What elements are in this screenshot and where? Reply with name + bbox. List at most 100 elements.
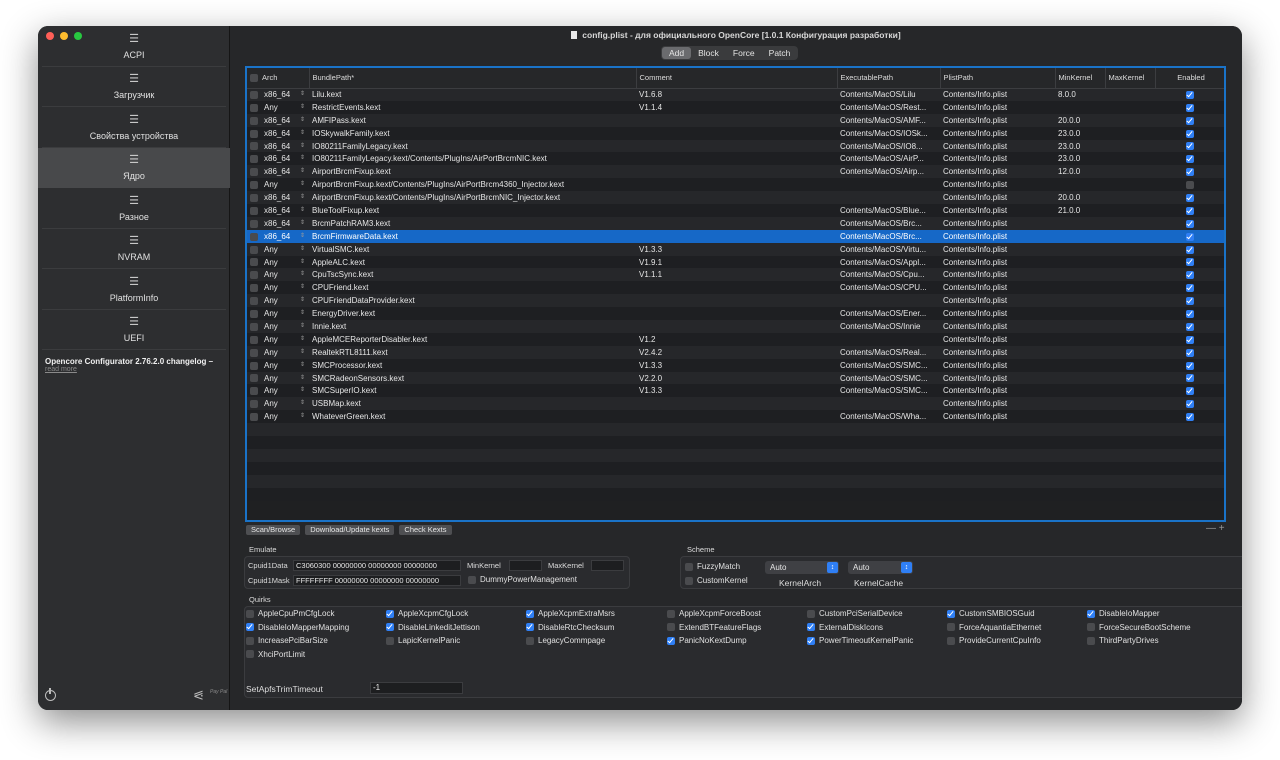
enabled-checkbox[interactable] (1185, 284, 1194, 293)
cell-plist[interactable]: Contents/Info.plist (940, 204, 1055, 217)
column-header-plistpath[interactable]: PlistPath (940, 68, 1056, 89)
cell-plist[interactable]: Contents/Info.plist (940, 178, 1055, 192)
cell-min[interactable]: 23.0.0 (1055, 152, 1105, 166)
tab-add[interactable]: Add (662, 47, 692, 59)
arch-cell[interactable]: x86_64 ⇕ (247, 216, 309, 230)
arch-cell[interactable]: Any ⇕ (247, 410, 309, 424)
column-header-bundlepath[interactable]: BundlePath* (309, 68, 637, 89)
column-header-enabled[interactable]: Enabled (1155, 68, 1224, 89)
quirk-checkbox-externaldiskicons[interactable]: ExternalDiskIcons (807, 623, 883, 632)
close-window-button[interactable] (46, 32, 54, 40)
column-header-arch[interactable]: Arch (247, 68, 310, 89)
enabled-checkbox[interactable] (1185, 387, 1194, 396)
cell-comment[interactable] (636, 191, 837, 205)
cell-min[interactable] (1055, 178, 1105, 192)
table-row[interactable]: x86_64 ⇕ Lilu.kext V1.6.8 Contents/MacOS/Lil… (247, 88, 1224, 101)
arch-cell[interactable]: Any ⇕ (247, 242, 309, 256)
cell-comment[interactable]: V1.2 (636, 332, 837, 346)
cell-bundle[interactable]: VirtualSMC.kext (309, 242, 636, 256)
cell-comment[interactable] (636, 113, 837, 127)
table-row[interactable]: Any ⇕ AirportBrcmFixup.kext/Contents/PlugI… (247, 178, 1224, 192)
select-all-checkbox[interactable] (250, 74, 258, 83)
changelog-read-more-link[interactable]: read more (45, 366, 225, 373)
enabled-checkbox[interactable] (1185, 116, 1194, 125)
cell-plist[interactable]: Contents/Info.plist (940, 216, 1055, 230)
cell-exec[interactable] (837, 294, 940, 308)
cell-comment[interactable]: V1.6.8 (636, 88, 837, 101)
cell-bundle[interactable]: CpuTscSync.kext (309, 268, 636, 282)
cell-exec[interactable]: Contents/MacOS/Rest... (837, 100, 940, 114)
table-row[interactable]: Any ⇕ Innie.kext Contents/MacOS/Innie Conten… (247, 320, 1224, 333)
column-header-comment[interactable]: Comment (636, 68, 838, 89)
cell-exec[interactable] (837, 332, 940, 346)
sidebar-item[interactable]: ☰ UEFI (42, 310, 226, 350)
cell-min[interactable] (1055, 294, 1105, 308)
cell-max[interactable] (1105, 242, 1155, 256)
cell-max[interactable] (1105, 281, 1155, 295)
enabled-checkbox[interactable] (1185, 400, 1194, 409)
arch-cell[interactable]: Any ⇕ (247, 332, 309, 346)
paypal-icon[interactable]: Pay Pal (210, 690, 227, 695)
row-checkbox[interactable] (250, 219, 258, 228)
row-checkbox[interactable] (250, 348, 258, 357)
cell-min[interactable] (1055, 229, 1105, 243)
cell-bundle[interactable]: IO80211FamilyLegacy.kext (309, 139, 636, 153)
cell-min[interactable]: 12.0.0 (1055, 165, 1105, 179)
quirk-checkbox-forceaquantiaethernet[interactable]: ForceAquantiaEthernet (947, 623, 1041, 632)
cell-comment[interactable]: V1.3.3 (636, 384, 837, 398)
cell-exec[interactable]: Contents/MacOS/Ener... (837, 307, 940, 321)
column-header-maxkernel[interactable]: MaxKernel (1105, 68, 1156, 89)
enabled-checkbox[interactable] (1185, 129, 1194, 138)
table-row[interactable]: Any ⇕ VirtualSMC.kext V1.3.3 Contents/MacOS/… (247, 242, 1224, 256)
row-checkbox[interactable] (250, 322, 258, 331)
row-checkbox[interactable] (250, 155, 258, 164)
arch-cell[interactable]: x86_64 ⇕ (247, 152, 309, 166)
table-row[interactable]: x86_64 ⇕ AirportBrcmFixup.kext/Contents/Pl… (247, 191, 1224, 205)
cell-min[interactable] (1055, 255, 1105, 269)
cell-plist[interactable]: Contents/Info.plist (940, 191, 1055, 205)
sidebar-item[interactable]: ☰ Свойства устройства (42, 107, 226, 148)
cell-plist[interactable]: Contents/Info.plist (940, 88, 1055, 101)
cell-min[interactable] (1055, 307, 1105, 321)
cell-bundle[interactable]: BrcmPatchRAM3.kext (309, 216, 636, 230)
cell-min[interactable]: 23.0.0 (1055, 139, 1105, 153)
cell-max[interactable] (1105, 113, 1155, 127)
cell-max[interactable] (1105, 358, 1155, 372)
download-update-kexts-button[interactable]: Download/Update kexts (305, 525, 395, 535)
cell-min[interactable] (1055, 242, 1105, 256)
quirk-checkbox-applexcpmextramsrs[interactable]: AppleXcpmExtraMsrs (526, 609, 615, 618)
scan-browse-button[interactable]: Scan/Browse (246, 525, 301, 535)
cell-exec[interactable]: Contents/MacOS/Brc... (837, 216, 940, 230)
cell-bundle[interactable]: BlueToolFixup.kext (309, 204, 636, 217)
arch-cell[interactable]: x86_64 ⇕ (247, 191, 309, 205)
quirk-checkbox-applecpupmcfglock[interactable]: AppleCpuPmCfgLock (246, 609, 334, 618)
cell-comment[interactable] (636, 294, 837, 308)
row-checkbox[interactable] (250, 284, 258, 293)
cell-bundle[interactable]: AirportBrcmFixup.kext/Contents/PlugIns/A… (309, 191, 636, 205)
quirk-checkbox-increasepcibarsize[interactable]: IncreasePciBarSize (246, 636, 328, 645)
cell-bundle[interactable]: WhateverGreen.kext (309, 410, 636, 424)
cell-bundle[interactable]: SMCSuperIO.kext (309, 384, 636, 398)
cell-exec[interactable]: Contents/MacOS/AirP... (837, 152, 940, 166)
quirk-checkbox-applexcpmcfglock[interactable]: AppleXcpmCfgLock (386, 609, 468, 618)
enabled-checkbox[interactable] (1185, 155, 1194, 164)
cell-bundle[interactable]: IO80211FamilyLegacy.kext/Contents/PlugIn… (309, 152, 636, 166)
dummy-power-management-checkbox[interactable]: DummyPowerManagement (468, 575, 577, 584)
cell-max[interactable] (1105, 307, 1155, 321)
table-row[interactable]: Any ⇕ RestrictEvents.kext V1.1.4 Contents/Ma… (247, 100, 1224, 114)
cell-min[interactable] (1055, 268, 1105, 282)
row-checkbox[interactable] (250, 168, 258, 177)
cell-plist[interactable]: Contents/Info.plist (940, 165, 1055, 179)
table-row[interactable]: Any ⇕ AppleALC.kext V1.9.1 Contents/MacOS/Ap… (247, 255, 1224, 269)
cell-max[interactable] (1105, 384, 1155, 398)
cell-exec[interactable]: Contents/MacOS/Airp... (837, 165, 940, 179)
minimize-window-button[interactable] (60, 32, 68, 40)
quirk-checkbox-disableiomapper[interactable]: DisableIoMapper (1087, 609, 1159, 618)
table-row[interactable]: x86_64 ⇕ BrcmPatchRAM3.kext Contents/MacOS/… (247, 216, 1224, 230)
cell-exec[interactable]: Contents/MacOS/Real... (837, 345, 940, 359)
cell-comment[interactable]: V1.1.4 (636, 100, 837, 114)
cell-bundle[interactable]: SMCProcessor.kext (309, 358, 636, 372)
row-checkbox[interactable] (250, 271, 258, 280)
cell-exec[interactable] (837, 191, 940, 205)
cell-max[interactable] (1105, 178, 1155, 192)
